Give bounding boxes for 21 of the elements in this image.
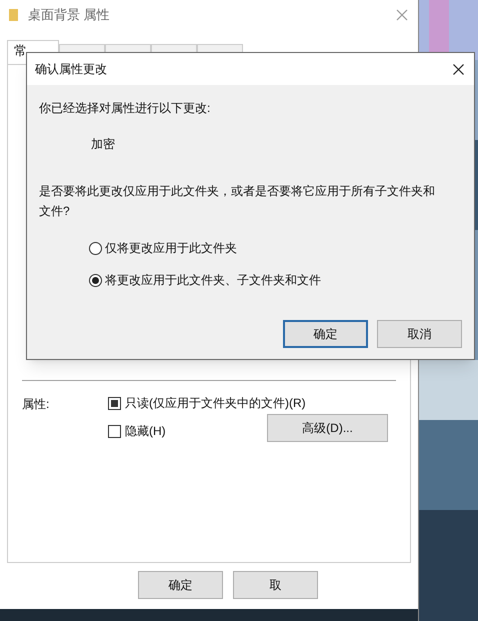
window-title: 桌面背景 属性 [28, 6, 110, 24]
question-text: 是否要将此更改仅应用于此文件夹，或者是否要将它应用于所有子文件夹和文件? [39, 183, 436, 220]
radio-option[interactable]: 仅将更改应用于此文件夹 [89, 239, 462, 257]
dialog-button[interactable]: 取 [233, 571, 318, 599]
radio-button[interactable] [89, 242, 102, 254]
radio-option[interactable]: 将更改应用于此文件夹、子文件夹和文件 [89, 271, 462, 289]
dialog-button[interactable]: 确定 [138, 571, 223, 599]
close-icon[interactable] [453, 64, 464, 74]
dialog-button[interactable]: 取消 [377, 320, 462, 348]
change-text: 加密 [91, 136, 116, 153]
checkbox[interactable] [108, 396, 121, 410]
dialog-title: 确认属性更改 [35, 61, 107, 78]
radio-button[interactable] [89, 274, 102, 286]
attributes-label: 属性: [22, 396, 50, 413]
checkbox-label: 隐藏(H) [125, 423, 166, 440]
checkbox[interactable] [108, 424, 121, 438]
folder-icon [8, 8, 20, 22]
dialog-button[interactable]: 确定 [283, 320, 368, 348]
advanced-button[interactable]: 高级(D)... [267, 414, 388, 442]
intro-text: 你已经选择对属性进行以下更改: [39, 100, 212, 117]
checkbox-label: 只读(仅应用于文件夹中的文件)(R) [125, 395, 306, 412]
